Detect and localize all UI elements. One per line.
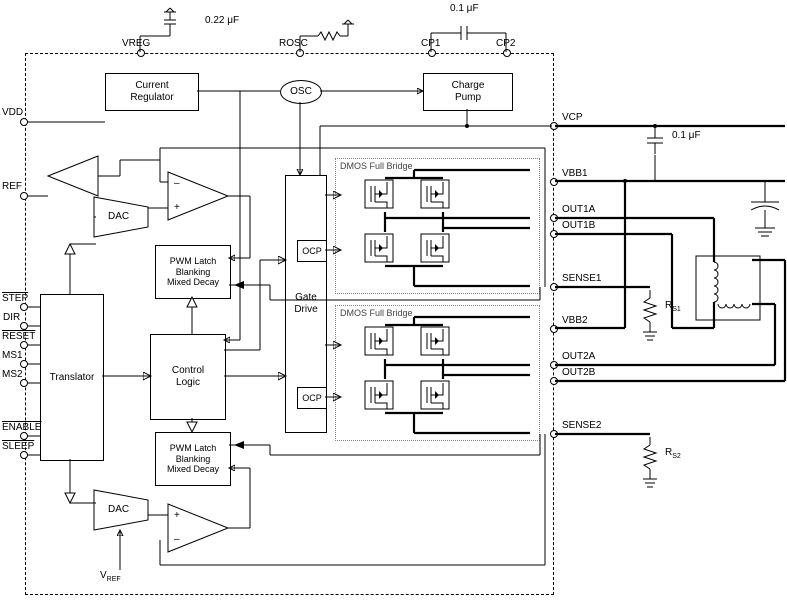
node-vcp2 <box>653 124 657 128</box>
internal-wiring <box>0 0 787 605</box>
node-vbb <box>623 179 627 183</box>
vref-label: VREF <box>100 570 121 583</box>
node-vcp <box>465 124 469 128</box>
